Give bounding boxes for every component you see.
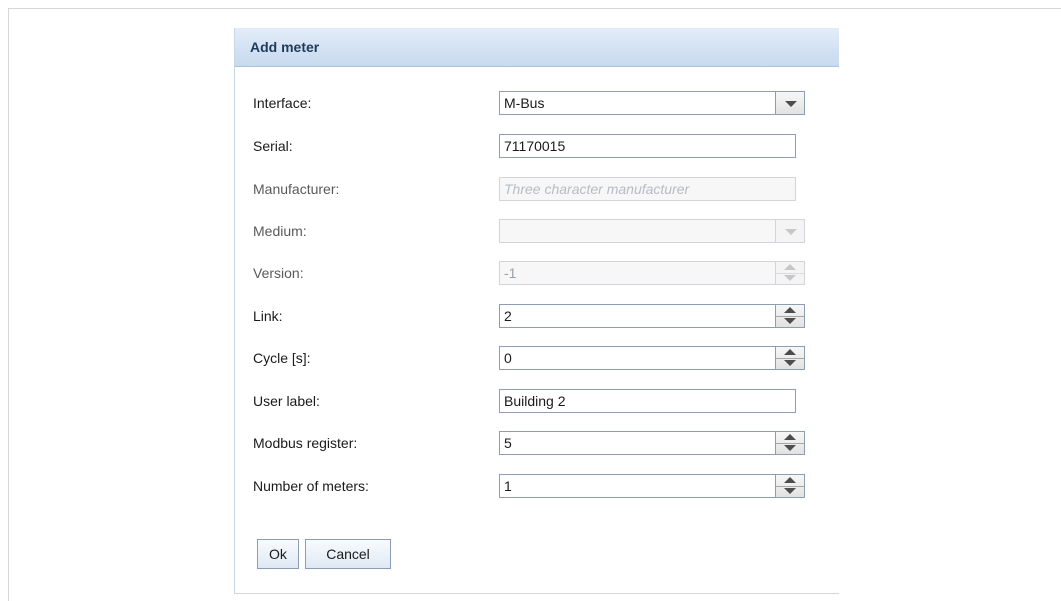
cycle-label: Cycle [s]: [253,350,311,366]
cycle-spin-buttons [775,346,805,370]
version-spin-down[interactable] [776,273,804,284]
interface-dropdown-button[interactable] [775,91,805,115]
modbus-register-spin-buttons [775,431,805,455]
row-interface: Interface: M-Bus [235,91,839,117]
dialog-title: Add meter [235,28,839,67]
ok-button[interactable]: Ok [257,539,299,569]
medium-select-value[interactable] [499,219,775,243]
modbus-register-label: Modbus register: [253,435,358,451]
chevron-down-icon [785,101,797,107]
link-spinner[interactable]: 2 [499,304,805,328]
spin-down-icon [784,488,796,494]
row-serial: Serial: 71170015 [235,134,839,160]
page-left-border [8,8,9,601]
spin-down-icon [784,318,796,324]
user-label-label: User label: [253,393,320,409]
version-label: Version: [253,265,304,281]
medium-label: Medium: [253,223,307,239]
number-of-meters-spinner[interactable]: 1 [499,474,805,498]
link-spin-buttons [775,304,805,328]
cancel-button[interactable]: Cancel [305,539,391,569]
number-of-meters-spin-down[interactable] [776,486,804,497]
row-cycle: Cycle [s]: 0 [235,346,839,372]
serial-label: Serial: [253,138,293,154]
link-value[interactable]: 2 [499,304,775,328]
spin-up-icon [784,434,796,440]
manufacturer-input[interactable]: Three character manufacturer [499,177,796,201]
user-label-input[interactable]: Building 2 [499,389,796,413]
link-spin-down[interactable] [776,316,804,327]
chevron-down-icon [785,229,797,235]
version-spin-buttons [775,261,805,285]
cycle-spin-down[interactable] [776,358,804,369]
serial-input[interactable]: 71170015 [499,134,796,158]
spin-down-icon [784,275,796,281]
interface-label: Interface: [253,95,312,111]
dialog-buttons: Ok Cancel [235,539,839,569]
spin-up-icon [784,307,796,313]
number-of-meters-value[interactable]: 1 [499,474,775,498]
spin-up-icon [784,349,796,355]
spin-up-icon [784,477,796,483]
row-modbus-register: Modbus register: 5 [235,431,839,457]
add-meter-dialog: Add meter Interface: M-Bus Serial: 71170… [234,28,839,594]
row-medium: Medium: [235,219,839,245]
version-value[interactable]: -1 [499,261,775,285]
row-version: Version: -1 [235,261,839,287]
number-of-meters-spin-buttons [775,474,805,498]
spin-down-icon [784,445,796,451]
modbus-register-spin-down[interactable] [776,443,804,454]
interface-select-value[interactable]: M-Bus [499,91,775,115]
manufacturer-label: Manufacturer: [253,181,340,197]
cycle-spinner[interactable]: 0 [499,346,805,370]
row-link: Link: 2 [235,304,839,330]
spin-up-icon [784,264,796,270]
spin-down-icon [784,360,796,366]
row-user-label: User label: Building 2 [235,389,839,415]
modbus-register-value[interactable]: 5 [499,431,775,455]
version-spinner[interactable]: -1 [499,261,805,285]
medium-dropdown-button[interactable] [775,219,805,243]
interface-select[interactable]: M-Bus [499,91,805,115]
medium-select[interactable] [499,219,805,243]
row-number-of-meters: Number of meters: 1 [235,474,839,500]
cycle-value[interactable]: 0 [499,346,775,370]
number-of-meters-label: Number of meters: [253,478,369,494]
row-manufacturer: Manufacturer: Three character manufactur… [235,177,839,203]
page-top-border [8,8,1061,9]
link-label: Link: [253,308,283,324]
modbus-register-spinner[interactable]: 5 [499,431,805,455]
